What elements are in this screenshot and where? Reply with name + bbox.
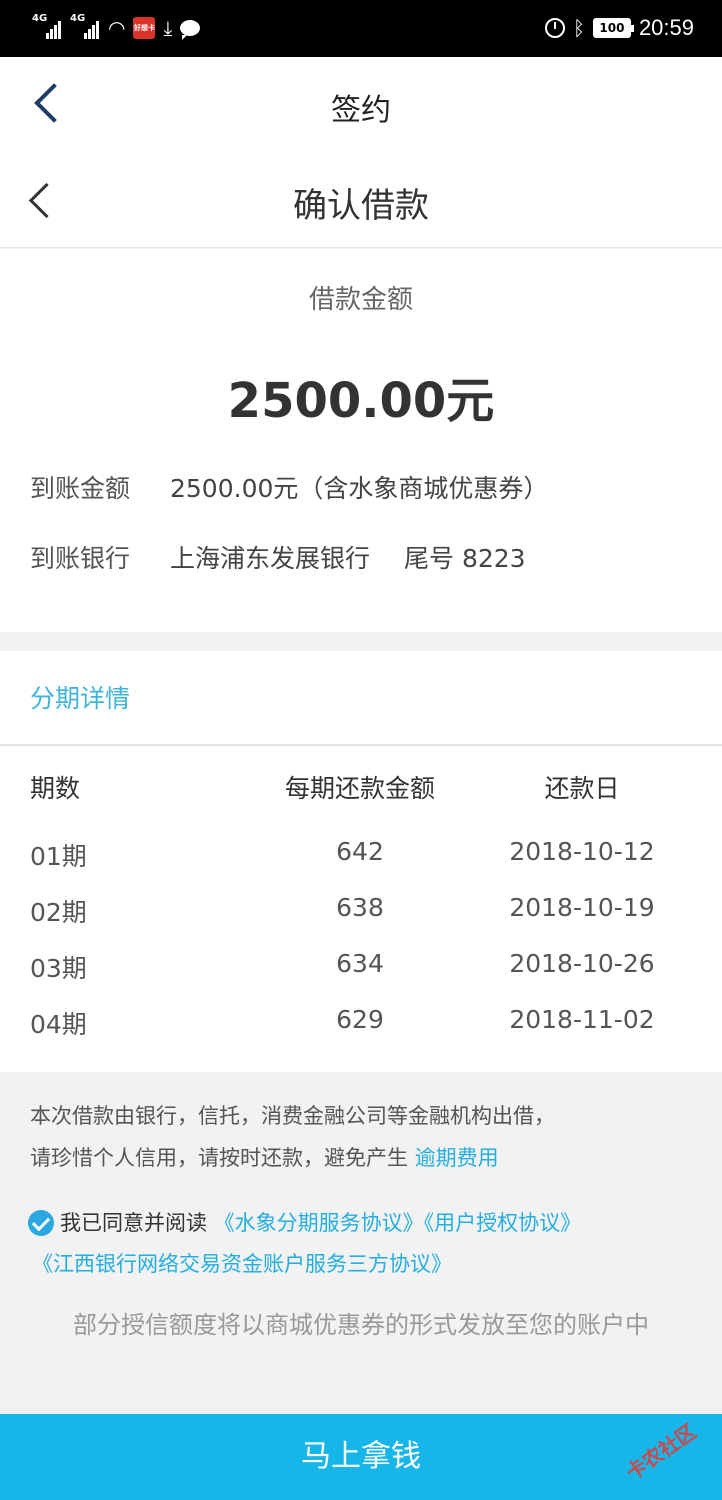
agreement-checkbox[interactable] bbox=[28, 1210, 54, 1236]
divider bbox=[0, 744, 722, 746]
notice-line-2: 请珍惜个人信用，请按时还款，避免产生 逾期费用 bbox=[30, 1137, 690, 1179]
authorization-agreement-link[interactable]: 《用户授权协议》 bbox=[424, 1211, 582, 1235]
status-right: ᛒ 100 20:59 bbox=[544, 14, 694, 42]
received-amount-row: 到账金额 2500.00元（含水象商城优惠券） bbox=[30, 469, 548, 505]
period-cell: 04期 bbox=[30, 1010, 87, 1039]
date-cell: 2018-10-26 bbox=[509, 949, 655, 978]
header-period: 期数 bbox=[30, 774, 81, 803]
loan-notice: 本次借款由银行，信托，消费金融公司等金融机构出借， 请珍惜个人信用，请按时还款，… bbox=[30, 1095, 690, 1179]
bank-row: 到账银行 上海浦东发展银行 尾号 8223 bbox=[30, 539, 526, 575]
page-title: 确认借款 bbox=[293, 186, 429, 226]
agreement-prefix: 我已同意并阅读 bbox=[60, 1211, 207, 1235]
loan-amount-card: 借款金额 2500.00元 到账金额 2500.00元（含水象商城优惠券） 到账… bbox=[0, 249, 722, 632]
table-row: 03期 634 2018-10-26 bbox=[0, 949, 722, 1005]
date-cell: 2018-11-02 bbox=[509, 1005, 655, 1034]
agreement-row: 我已同意并阅读 《水象分期服务协议》《用户授权协议》 bbox=[28, 1202, 708, 1244]
signal-icon-2: 4G bbox=[70, 13, 100, 39]
amount-cell: 629 bbox=[336, 1005, 384, 1034]
wifi-icon: ◠ bbox=[108, 16, 126, 40]
amount-cell: 642 bbox=[336, 837, 384, 866]
received-amount-value: 2500.00元（含水象商城优惠券） bbox=[170, 474, 549, 503]
status-bar: 4G 4G ◠ 好想卡 ⤓ ᛒ 100 20:59 bbox=[0, 0, 722, 57]
period-cell: 01期 bbox=[30, 842, 87, 871]
outer-page-title: 签约 bbox=[331, 93, 391, 128]
service-agreement-link[interactable]: 《水象分期服务协议》 bbox=[214, 1211, 424, 1235]
table-row: 02期 638 2018-10-19 bbox=[0, 893, 722, 949]
date-cell: 2018-10-19 bbox=[509, 893, 655, 922]
status-time: 20:59 bbox=[638, 15, 694, 40]
notice-line-1: 本次借款由银行，信托，消费金融公司等金融机构出借， bbox=[30, 1104, 555, 1128]
received-amount-label: 到账金额 bbox=[30, 474, 131, 503]
signal-icon: 4G bbox=[32, 13, 62, 39]
outer-header: 签约 bbox=[0, 57, 722, 150]
status-left: 4G 4G ◠ 好想卡 ⤓ bbox=[32, 13, 201, 42]
amount-cell: 638 bbox=[336, 893, 384, 922]
download-icon: ⤓ bbox=[163, 16, 173, 40]
agreement-row-2: 《江西银行网络交易资金账户服务三方协议》 bbox=[32, 1243, 452, 1285]
bank-name: 上海浦东发展银行 bbox=[170, 544, 371, 573]
alarm-icon bbox=[544, 18, 565, 38]
table-header-row: 期数 每期还款金额 还款日 bbox=[0, 769, 722, 837]
amount-value: 2500.00元 bbox=[227, 373, 495, 429]
table-row: 01期 642 2018-10-12 bbox=[0, 837, 722, 893]
network-type-label-2: 4G bbox=[70, 13, 86, 24]
inner-header: 确认借款 bbox=[0, 150, 722, 248]
coupon-tip: 部分授信额度将以商城优惠券的形式发放至您的账户中 bbox=[73, 1311, 649, 1339]
app-notification-icon: 好想卡 bbox=[133, 17, 156, 39]
installment-table: 期数 每期还款金额 还款日 01期 642 2018-10-12 02期 638… bbox=[0, 769, 722, 1061]
network-type-label: 4G bbox=[32, 13, 48, 24]
notice-line-2-text: 请珍惜个人信用，请按时还款，避免产生 bbox=[30, 1146, 408, 1170]
header-date: 还款日 bbox=[544, 774, 620, 803]
amount-label: 借款金额 bbox=[308, 285, 413, 315]
tripartite-agreement-link[interactable]: 《江西银行网络交易资金账户服务三方协议》 bbox=[32, 1252, 452, 1276]
bank-tail-number: 尾号 8223 bbox=[404, 544, 526, 573]
bank-label: 到账银行 bbox=[30, 544, 131, 573]
installment-card: 分期详情 期数 每期还款金额 还款日 01期 642 2018-10-12 02… bbox=[0, 651, 722, 1072]
message-icon bbox=[180, 20, 201, 40]
date-cell: 2018-10-12 bbox=[509, 837, 655, 866]
bluetooth-icon: ᛒ bbox=[572, 16, 585, 40]
header-amount: 每期还款金额 bbox=[284, 774, 435, 803]
period-cell: 03期 bbox=[30, 954, 87, 983]
battery-icon: 100 bbox=[592, 18, 634, 38]
amount-cell: 634 bbox=[336, 949, 384, 978]
overdue-fee-link[interactable]: 逾期费用 bbox=[415, 1146, 499, 1170]
period-cell: 02期 bbox=[30, 898, 87, 927]
table-row: 04期 629 2018-11-02 bbox=[0, 1005, 722, 1061]
installment-title: 分期详情 bbox=[30, 684, 131, 713]
